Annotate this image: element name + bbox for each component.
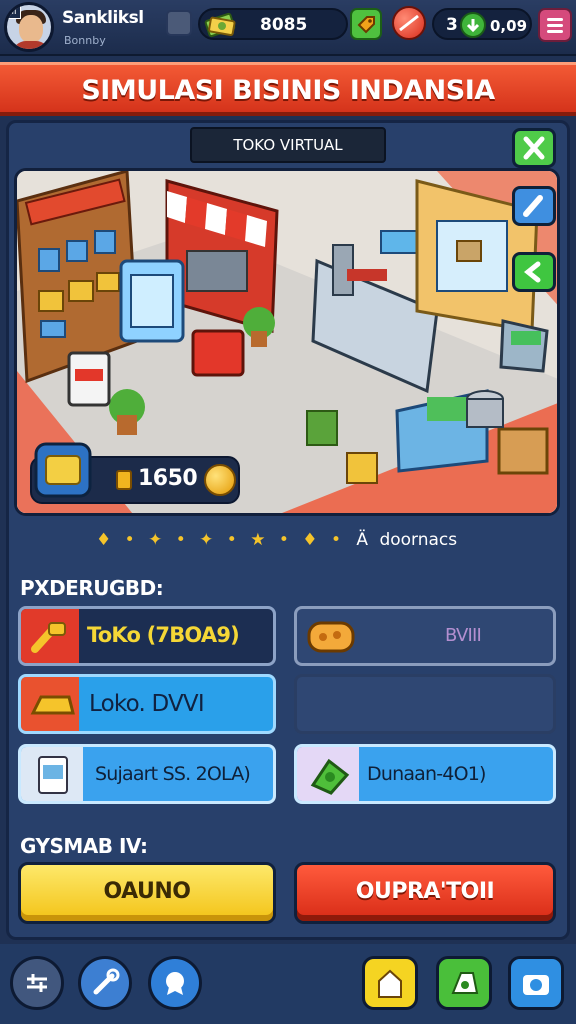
- section-label-actions: GYSMAB IV:: [20, 834, 148, 858]
- cash-counter: 8085: [198, 8, 348, 40]
- avatar-face: [19, 15, 43, 43]
- coin-icon: [204, 464, 236, 496]
- money-bag-icon: [451, 972, 479, 994]
- nav-tools-button[interactable]: [78, 956, 132, 1010]
- rating-letter: Ä: [356, 530, 369, 550]
- yellow-action-button[interactable]: OAUNO: [18, 862, 276, 924]
- edit-button[interactable]: [512, 186, 556, 226]
- treasure-crate-icon: [34, 442, 92, 498]
- item-label: ToKo (7BOA9): [87, 623, 240, 647]
- menu-button[interactable]: [538, 8, 572, 42]
- title-banner: SIMULASI BISINIS INDANSIA: [0, 62, 576, 116]
- badge-icon: [166, 972, 184, 995]
- rating-text: doornacs: [379, 530, 458, 550]
- item-label: Loko. DVVI: [89, 691, 205, 717]
- player-subtitle: Bonnby: [64, 34, 106, 47]
- gem-counter: 3 0,09: [432, 8, 532, 40]
- back-arrow-icon: [523, 261, 541, 283]
- pencil-icon: [523, 195, 543, 217]
- inventory-slot-icon[interactable]: [166, 10, 192, 36]
- nav-money-button[interactable]: [436, 956, 492, 1010]
- coin-balance: 1650: [30, 442, 240, 504]
- item-card-toko[interactable]: ToKo (7BOA9): [18, 606, 276, 666]
- bread-icon: [307, 621, 355, 653]
- coin-bar-icon: [116, 470, 132, 490]
- tickets-value: 3: [446, 15, 458, 35]
- item-card-dunaan[interactable]: Dunaan-4O1): [294, 744, 556, 804]
- nav-camera-button[interactable]: [508, 956, 564, 1010]
- item-card-empty[interactable]: [294, 674, 556, 734]
- refresh-button[interactable]: [512, 252, 556, 292]
- nav-profile-button[interactable]: [148, 956, 202, 1010]
- gold-bar-icon: [30, 695, 75, 715]
- wrench-icon: [93, 968, 120, 995]
- nav-settings-button[interactable]: [10, 956, 64, 1010]
- tag-icon: [357, 16, 375, 34]
- close-button[interactable]: [512, 128, 556, 168]
- hammer-icon: [31, 622, 66, 653]
- red-action-button[interactable]: OUPRA'TOII: [294, 862, 556, 924]
- sliders-icon: [27, 974, 47, 992]
- event-ball-icon[interactable]: [392, 6, 426, 40]
- item-card-loko[interactable]: Loko. DVVI: [18, 674, 276, 734]
- cash-value: 8085: [260, 15, 308, 35]
- item-label: Dunaan-4O1): [367, 763, 486, 785]
- gems-value: 0,09: [490, 17, 528, 35]
- avatar-badge: ii: [7, 5, 21, 19]
- item-card-sujaart[interactable]: Sujaart SS. 2OLA): [18, 744, 276, 804]
- rating-row: ♦ • ✦ • ✦ • ★ • ♦ • Ä doornacs: [96, 530, 466, 554]
- coin-value: 1650: [138, 466, 198, 491]
- cash-bundle-icon: [310, 758, 350, 795]
- top-status-bar: ii Sankliksl Bonnby 8085 3 0,09: [0, 0, 576, 56]
- close-icon: [523, 136, 545, 160]
- receipt-icon: [38, 756, 68, 794]
- rating-stars: ♦ • ✦ • ✦ • ★ • ♦ •: [96, 530, 345, 550]
- cash-stack-icon: [204, 12, 236, 38]
- section-label-products: PXDERUGBD:: [20, 576, 164, 600]
- nav-shop-button[interactable]: [362, 956, 418, 1010]
- game-title: SIMULASI BISINIS INDANSIA: [81, 75, 495, 106]
- scene-title-tag: TOKO VIRTUAL: [190, 127, 386, 163]
- house-icon: [378, 969, 402, 998]
- add-cash-button[interactable]: [350, 8, 382, 40]
- player-name: Sankliksl: [62, 8, 144, 28]
- gem-icon: [460, 12, 486, 38]
- avatar-shirt: [12, 41, 50, 49]
- player-avatar[interactable]: ii: [4, 2, 54, 52]
- camera-icon: [523, 975, 549, 995]
- item-card-locked[interactable]: BVIII: [294, 606, 556, 666]
- item-label: Sujaart SS. 2OLA): [95, 763, 251, 785]
- item-label: BVIII: [445, 625, 482, 646]
